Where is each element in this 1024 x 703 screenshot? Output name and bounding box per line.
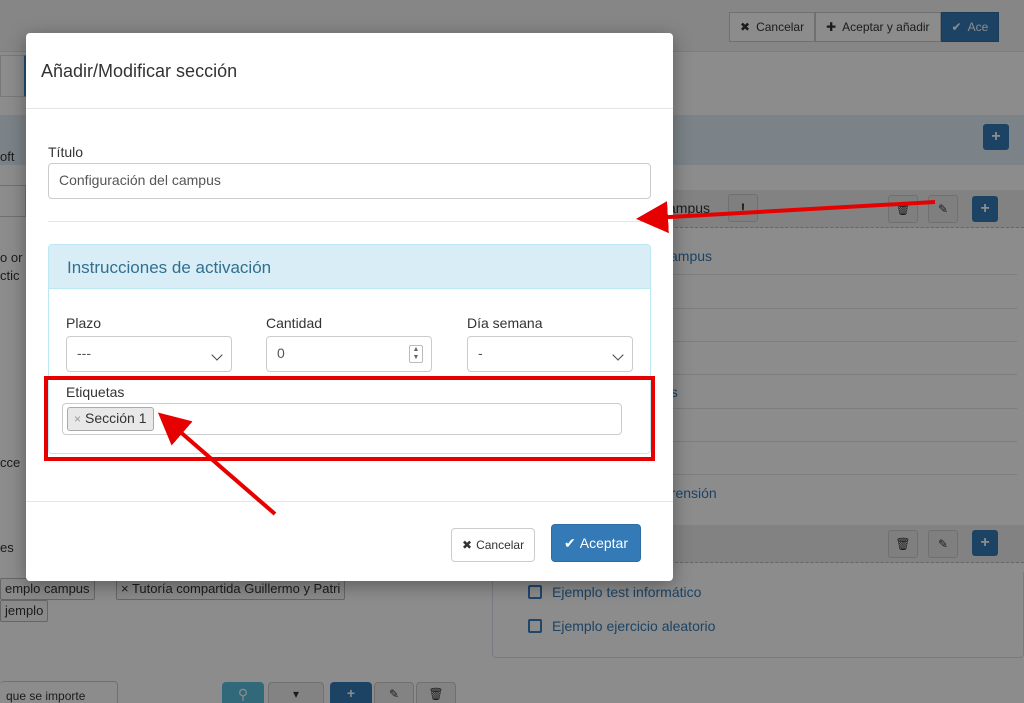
titulo-label: Título — [48, 144, 84, 160]
cancel-button[interactable]: ✖ Cancelar — [451, 528, 536, 562]
cantidad-label: Cantidad — [266, 315, 323, 331]
titulo-input[interactable]: Configuración del campus — [48, 163, 651, 199]
plazo-select[interactable]: --- — [66, 336, 232, 372]
dia-semana-select[interactable]: - — [467, 336, 633, 372]
cantidad-input[interactable]: 0 ▲ ▼ — [266, 336, 432, 372]
chevron-down-icon — [612, 349, 624, 361]
plazo-label: Plazo — [66, 315, 102, 331]
close-icon: ✖ — [462, 538, 473, 552]
spinner-icon[interactable]: ▲ ▼ — [409, 345, 423, 363]
modal-header: Añadir/Modificar sección — [26, 33, 673, 109]
modal-title: Añadir/Modificar sección — [41, 61, 238, 81]
panel-title: Instrucciones de activación — [49, 245, 650, 289]
annotation-highlight-box — [44, 376, 655, 461]
dia-semana-label: Día semana — [467, 315, 543, 331]
section-modal: Añadir/Modificar sección Título Configur… — [26, 33, 673, 581]
chevron-down-icon — [211, 349, 223, 361]
modal-footer: ✖ Cancelar ✔ Aceptar — [26, 501, 673, 581]
check-icon: ✔ — [564, 534, 576, 551]
accept-button[interactable]: ✔ Aceptar — [551, 524, 641, 562]
divider — [48, 221, 651, 222]
